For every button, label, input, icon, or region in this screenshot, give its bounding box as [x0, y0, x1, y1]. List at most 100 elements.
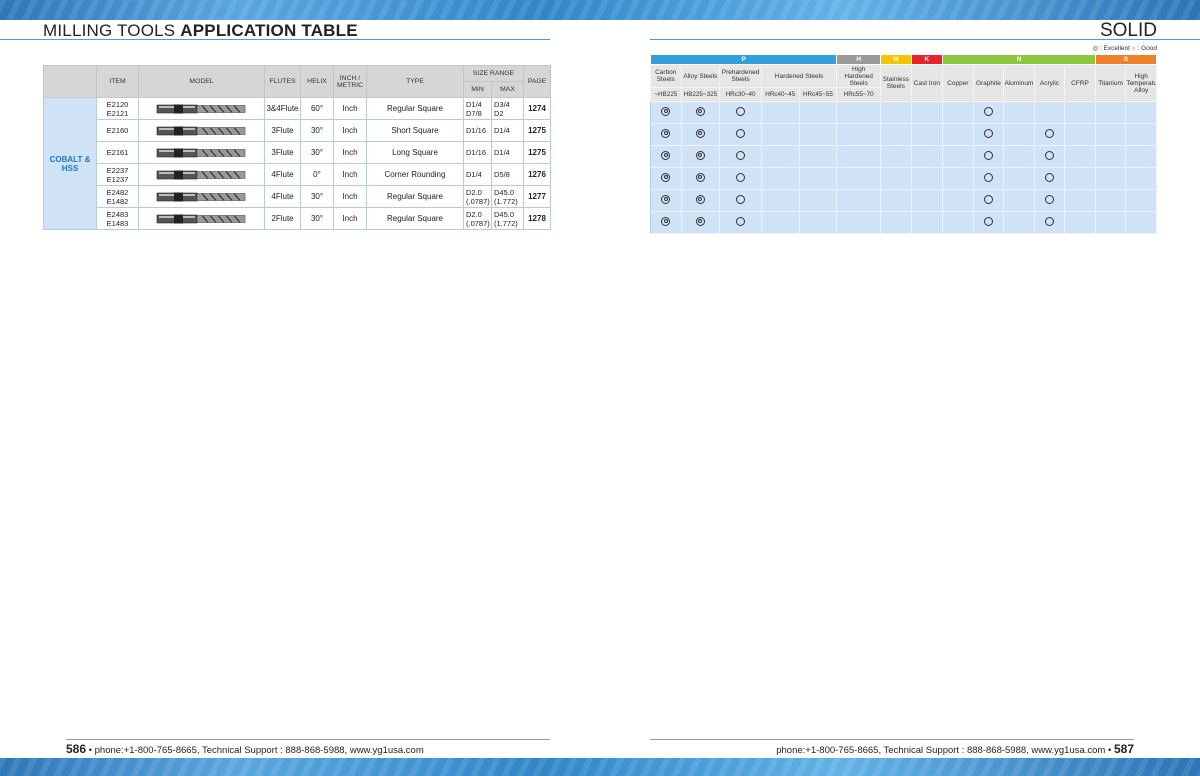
rating-cell: [680, 211, 721, 234]
hard-alloy: HB225~325: [680, 87, 721, 102]
end-mill-tool-icon: [140, 169, 264, 181]
header-model: MODEL: [138, 65, 265, 98]
type-cell: Long Square: [366, 141, 464, 164]
page-ref-cell: 1276: [523, 163, 552, 186]
page-ref-cell: 1275: [523, 141, 552, 164]
footer-rule-left: [66, 739, 550, 740]
item-code-2: E2121: [106, 108, 129, 118]
size-max-2: D2: [494, 108, 504, 118]
rating-cell: [650, 167, 682, 190]
rating-cell: [650, 101, 682, 124]
rating-cell: [798, 145, 838, 168]
table-row: COBALT & HSS E2120 E2121 3&4Flute 60° Inch Reg…: [43, 97, 552, 230]
item-code: E2482 E1482: [96, 185, 139, 208]
header-flutes: FLUTES: [264, 65, 301, 98]
flutes-cell: 3Flute: [264, 141, 301, 164]
rating-cell: [719, 211, 762, 234]
rating-cell: [798, 211, 838, 234]
good-symbol-icon: [736, 106, 746, 116]
hard-prehardened: HRc30~40: [719, 87, 762, 102]
helix-cell: 30°: [300, 207, 334, 230]
excellent-symbol-icon: [695, 106, 705, 116]
rating-cell: [942, 167, 974, 190]
size-max-2: (1.772): [494, 196, 518, 206]
rating-row: [650, 145, 1157, 168]
rating-cell: [650, 211, 682, 234]
unit-cell: Inch: [333, 207, 367, 230]
helix-cell: 30°: [300, 141, 334, 164]
rating-cell: [1033, 145, 1066, 168]
rating-cell: [942, 211, 974, 234]
rating-cell: [1094, 189, 1127, 212]
header-rule-right: [650, 39, 1200, 40]
footer-left: 586 • phone:+1-800-765-8665, Technical S…: [66, 742, 424, 756]
size-max-cell: D3/4 D2: [490, 97, 525, 120]
end-mill-tool-icon: [140, 213, 264, 225]
good-symbol-icon: [1044, 150, 1054, 160]
footer-contact-left: phone:+1-800-765-8665, Technical Support…: [94, 745, 424, 756]
good-symbol-icon: [983, 128, 993, 138]
mat-hardened: Hardened Steels: [760, 64, 838, 88]
good-symbol-icon: [1044, 216, 1054, 226]
mat-carbon: Carbon Steels: [650, 64, 682, 88]
page-ref-cell: 1277: [523, 185, 552, 208]
good-symbol-icon: [983, 194, 993, 204]
rating-cell: [1125, 123, 1157, 146]
mat-high-hardened: High Hardened Steels: [836, 64, 882, 88]
type-cell: Short Square: [366, 119, 464, 142]
model-cell: [138, 119, 265, 142]
model-cell: [138, 207, 265, 230]
rating-cell: [680, 101, 721, 124]
excellent-symbol-icon: [695, 150, 705, 160]
symbol-legend: ◎ : Excellent ○ : Good: [1092, 45, 1157, 52]
rating-cell: [760, 167, 800, 190]
hard-hardened-2: HRc45~55: [798, 87, 838, 102]
item-code-2: E1482: [106, 196, 129, 206]
rating-cell: [1125, 211, 1157, 234]
rating-cell: [1094, 123, 1127, 146]
helix-cell: 30°: [300, 119, 334, 142]
good-symbol-icon: [1044, 128, 1054, 138]
header-size-range: SIZE RANGE: [462, 65, 525, 82]
rating-cell: [1125, 167, 1157, 190]
rating-cell: [972, 211, 1005, 234]
header-max: MAX: [490, 81, 525, 98]
rating-cell: [942, 101, 974, 124]
rating-row: [650, 211, 1157, 234]
rating-cell: [1003, 123, 1035, 146]
mat-prehardened: Prehardened Steels: [719, 64, 762, 88]
title-bold: APPLICATION TABLE: [180, 21, 358, 40]
rating-cell: [1033, 211, 1066, 234]
header-min: MIN: [463, 81, 492, 98]
rating-cell: [910, 189, 944, 212]
header-page: PAGE: [523, 65, 552, 98]
item-code-1: E2237: [106, 165, 129, 175]
excellent-symbol-icon: [661, 216, 671, 226]
page-title-left: MILLING TOOLS APPLICATION TABLE: [43, 21, 358, 41]
mat-graphite: Graphite: [972, 64, 1005, 102]
mat-acrylic: Acrylic: [1033, 64, 1066, 102]
rating-cell: [1033, 167, 1066, 190]
size-min-cell: D1/4 D7/8: [463, 97, 492, 120]
end-mill-tool-icon: [140, 191, 264, 203]
size-min-1: D1/4: [466, 99, 482, 109]
size-min-2: (.0787): [466, 218, 490, 228]
rating-cell: [1033, 123, 1066, 146]
size-min-1: D1/16: [466, 148, 487, 157]
size-max-cell: D45.0 (1.772): [490, 185, 525, 208]
mat-titanium: Titanium: [1094, 64, 1127, 102]
rating-cell: [910, 211, 944, 234]
item-code: E2237 E1237: [96, 163, 139, 186]
rating-cell: [1003, 101, 1035, 124]
flutes-cell: 2Flute: [264, 207, 301, 230]
end-mill-tool-icon: [140, 103, 264, 115]
item-code-2: E1237: [106, 174, 129, 184]
page-ref-cell: 1278: [523, 207, 552, 230]
rating-cell: [798, 189, 838, 212]
unit-cell: Inch: [333, 141, 367, 164]
rating-cell: [1064, 123, 1096, 146]
rating-cell: [972, 123, 1005, 146]
rating-cell: [1064, 101, 1096, 124]
flutes-cell: 3Flute: [264, 119, 301, 142]
group-m: M: [880, 54, 912, 65]
